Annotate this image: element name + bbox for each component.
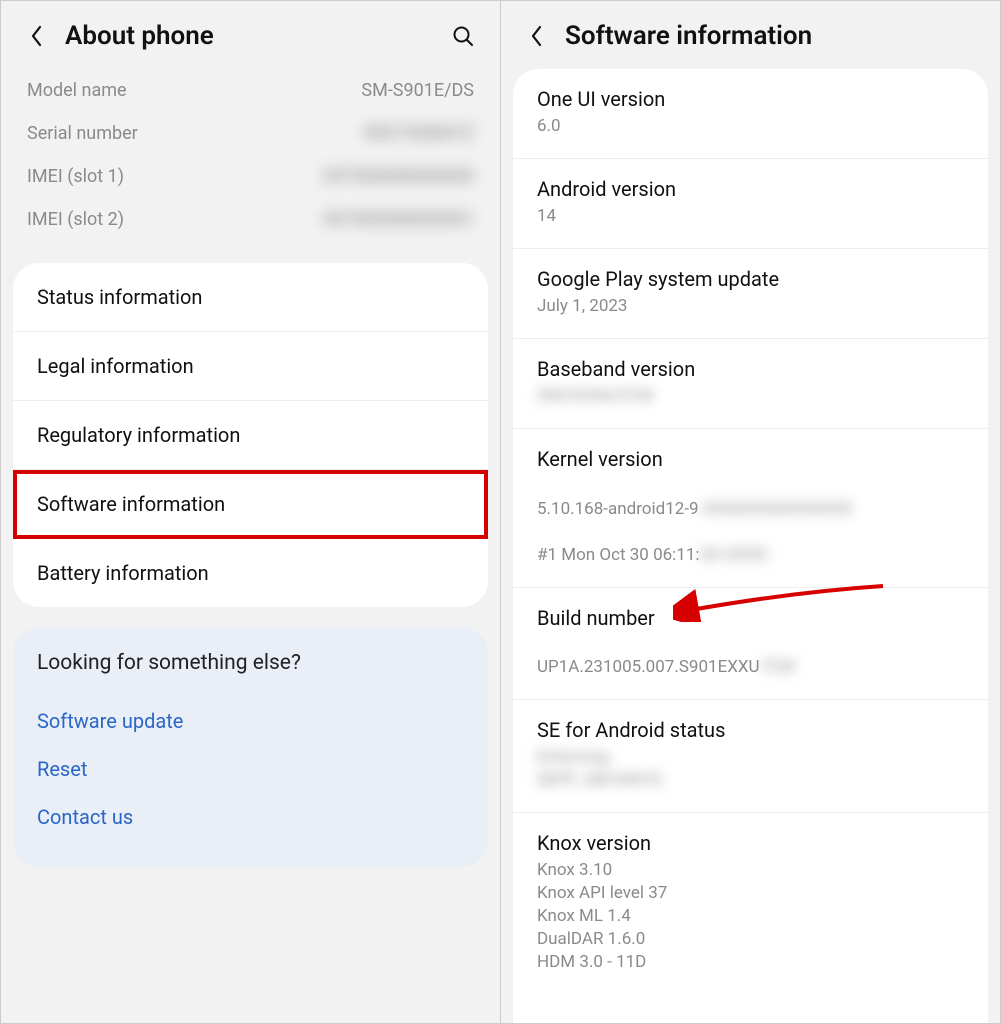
- back-button[interactable]: [25, 24, 49, 48]
- build-value-visible: UP1A.231005.007.S901EXXU: [537, 657, 760, 677]
- regulatory-information-row[interactable]: Regulatory information: [13, 401, 488, 470]
- page-title: About phone: [65, 21, 434, 51]
- imei1-row[interactable]: IMEI (slot 1) 357300000000000: [27, 155, 474, 198]
- gplay-value: July 1, 2023: [537, 295, 964, 318]
- se-android-status-row[interactable]: SE for Android status Enforcing SEPF_SM-…: [513, 700, 988, 813]
- build-value-hidden: 7CW: [760, 656, 796, 679]
- imei2-value: 357300000000001: [322, 209, 474, 230]
- serial-value: R5CT30NXYZ: [364, 123, 474, 144]
- looking-for-heading: Looking for something else?: [37, 651, 464, 675]
- imei2-row[interactable]: IMEI (slot 2) 357300000000001: [27, 198, 474, 241]
- model-value: SM-S901E/DS: [361, 80, 474, 101]
- imei1-label: IMEI (slot 1): [27, 166, 124, 187]
- baseband-label: Baseband version: [537, 357, 964, 381]
- android-label: Android version: [537, 177, 964, 201]
- one-ui-version-row[interactable]: One UI version 6.0: [513, 69, 988, 159]
- software-update-link[interactable]: Software update: [37, 697, 464, 745]
- knox-label: Knox version: [537, 831, 964, 855]
- serial-label: Serial number: [27, 123, 138, 144]
- page-title: Software information: [565, 21, 976, 51]
- search-icon: [451, 24, 475, 48]
- kernel-version-row[interactable]: Kernel version 5.10.168-android12-9-XXXX…: [513, 429, 988, 588]
- chevron-left-icon: [529, 24, 545, 48]
- software-information-row[interactable]: Software information: [13, 470, 488, 539]
- imei2-label: IMEI (slot 2): [27, 209, 124, 230]
- status-information-row[interactable]: Status information: [13, 263, 488, 332]
- imei1-value: 357300000000000: [322, 166, 474, 187]
- kernel-line2-visible: #1 Mon Oct 30 06:11:: [537, 545, 700, 565]
- model-label: Model name: [27, 80, 127, 101]
- android-value: 14: [537, 205, 964, 228]
- header: About phone: [1, 1, 500, 69]
- legal-information-row[interactable]: Legal information: [13, 332, 488, 401]
- google-play-update-row[interactable]: Google Play system update July 1, 2023: [513, 249, 988, 339]
- chevron-left-icon: [29, 24, 45, 48]
- knox-value: Knox 3.10 Knox API level 37 Knox ML 1.4 …: [537, 859, 964, 974]
- model-row[interactable]: Model name SM-S901E/DS: [27, 69, 474, 112]
- info-links-card: Status information Legal information Reg…: [13, 263, 488, 607]
- build-label: Build number: [537, 606, 964, 630]
- se-label: SE for Android status: [537, 718, 964, 742]
- kernel-line1-visible: 5.10.168-android12-9: [537, 499, 699, 519]
- contact-us-link[interactable]: Contact us: [37, 793, 464, 841]
- device-identifiers: Model name SM-S901E/DS Serial number R5C…: [1, 69, 500, 263]
- back-button[interactable]: [525, 24, 549, 48]
- kernel-label: Kernel version: [537, 447, 964, 471]
- serial-row[interactable]: Serial number R5CT30NXYZ: [27, 112, 474, 155]
- kernel-line1-hidden: -XXXXXXXXXXXXXX: [699, 498, 853, 521]
- battery-information-row[interactable]: Battery information: [13, 539, 488, 607]
- looking-for-card: Looking for something else? Software upd…: [13, 627, 488, 867]
- kernel-value: 5.10.168-android12-9-XXXXXXXXXXXXXX #1 M…: [537, 475, 964, 567]
- baseband-value: S901EXXU7CW: [537, 385, 964, 408]
- software-info-card: One UI version 6.0 Android version 14 Go…: [513, 69, 988, 1023]
- gplay-label: Google Play system update: [537, 267, 964, 291]
- build-value: UP1A.231005.007.S901EXXU7CW: [537, 634, 964, 680]
- software-information-screen: Software information One UI version 6.0 …: [500, 0, 1001, 1024]
- se-value: Enforcing SEPF_SM-S901E: [537, 746, 964, 792]
- header: Software information: [501, 1, 1000, 69]
- build-number-row[interactable]: Build number UP1A.231005.007.S901EXXU7CW: [513, 588, 988, 701]
- one-ui-label: One UI version: [537, 87, 964, 111]
- baseband-version-row[interactable]: Baseband version S901EXXU7CW: [513, 339, 988, 429]
- one-ui-value: 6.0: [537, 115, 964, 138]
- about-phone-screen: About phone Model name SM-S901E/DS Seria…: [0, 0, 500, 1024]
- android-version-row[interactable]: Android version 14: [513, 159, 988, 249]
- search-button[interactable]: [450, 23, 476, 49]
- reset-link[interactable]: Reset: [37, 745, 464, 793]
- knox-version-row[interactable]: Knox version Knox 3.10 Knox API level 37…: [513, 813, 988, 994]
- kernel-line2-hidden: XX XXXX: [700, 544, 768, 567]
